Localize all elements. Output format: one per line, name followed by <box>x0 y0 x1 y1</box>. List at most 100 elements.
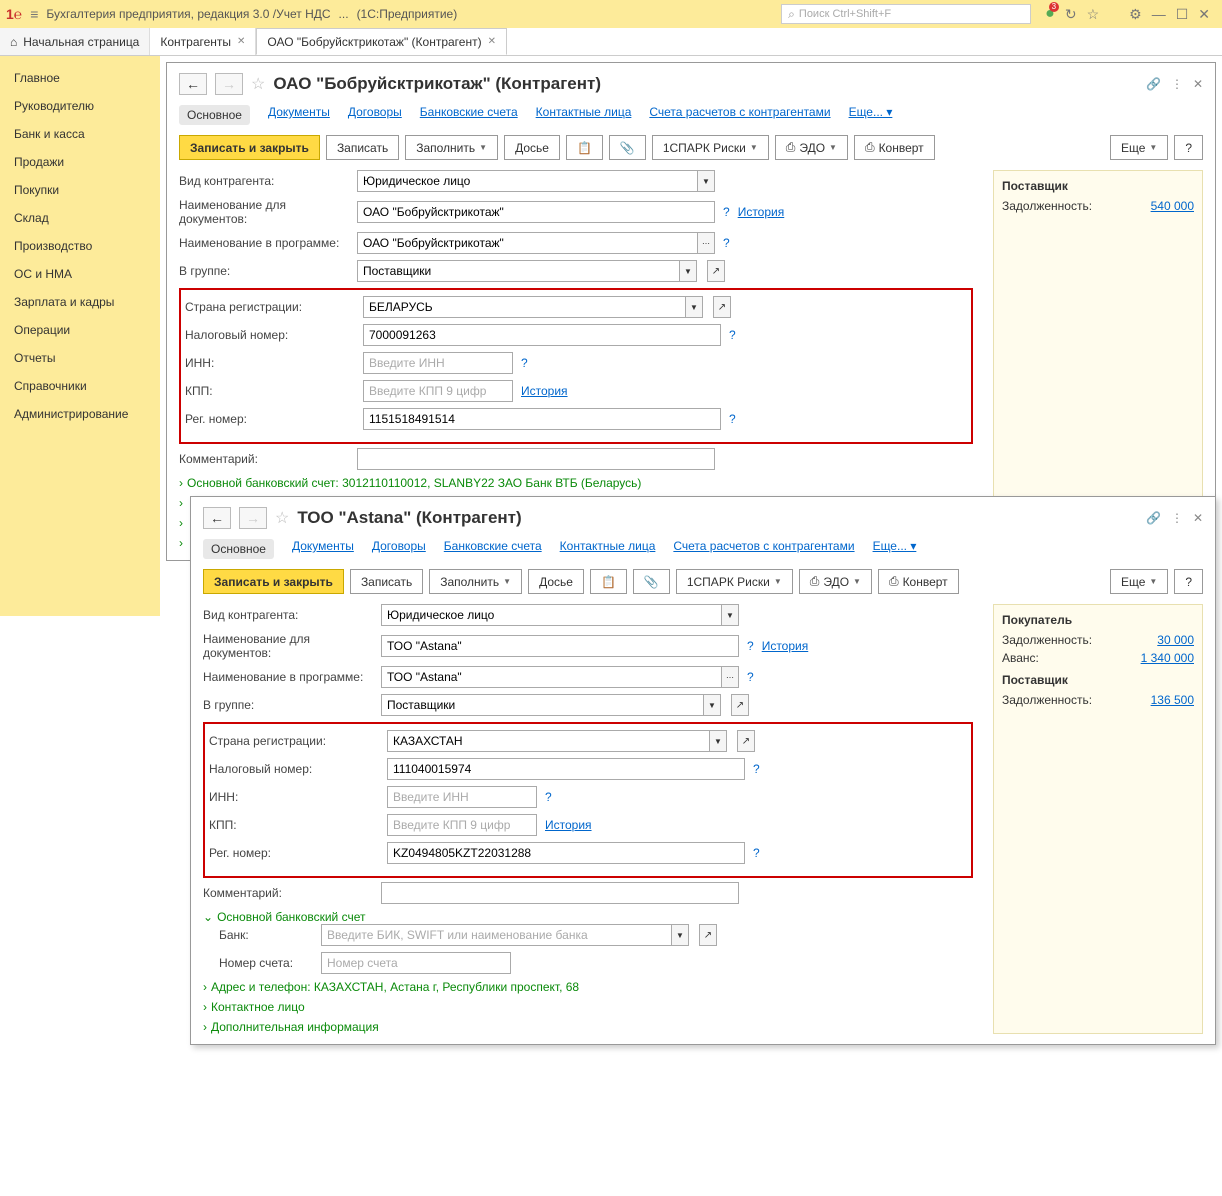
regnum-input[interactable] <box>387 842 745 864</box>
fill-button[interactable]: Заполнить▼ <box>405 135 498 160</box>
addinfo-expand[interactable]: ›Дополнительная информация <box>203 1020 973 1034</box>
more-icon[interactable]: ⋮ <box>1171 77 1183 91</box>
kpp-input[interactable] <box>387 814 537 836</box>
dropdown-icon[interactable]: ▼ <box>671 924 689 946</box>
open-icon[interactable]: ↗ <box>713 296 731 318</box>
debt-link[interactable]: 540 000 <box>1151 199 1194 213</box>
inn-input[interactable] <box>387 786 537 808</box>
sidebar-item[interactable]: Главное <box>0 64 160 92</box>
minimize-icon[interactable]: — <box>1152 6 1166 22</box>
tab-home[interactable]: ⌂Начальная страница <box>0 28 150 55</box>
sidebar-item[interactable]: Производство <box>0 232 160 260</box>
tab-main[interactable]: Основное <box>179 105 250 125</box>
menu-icon[interactable]: ≡ <box>30 6 38 22</box>
save-button[interactable]: Записать <box>350 569 423 594</box>
regnum-input[interactable] <box>363 408 721 430</box>
close-icon[interactable]: ✕ <box>1193 77 1203 91</box>
attach-icon-button[interactable]: 📎 <box>633 569 670 594</box>
attach-icon-button[interactable]: 📎 <box>609 135 646 160</box>
progname-input[interactable] <box>381 666 721 688</box>
dossier-button[interactable]: Досье <box>528 569 584 594</box>
history-icon[interactable]: ↻ <box>1065 6 1077 23</box>
sidebar-item[interactable]: Покупки <box>0 176 160 204</box>
help-icon[interactable]: ? <box>545 790 552 804</box>
star-icon[interactable]: ☆ <box>275 508 289 528</box>
tab-accounts[interactable]: Счета расчетов с контрагентами <box>673 539 854 559</box>
help-icon[interactable]: ? <box>753 762 760 776</box>
close-icon[interactable]: ✕ <box>1198 6 1210 23</box>
dropdown-icon[interactable]: ▼ <box>697 170 715 192</box>
edo-button[interactable]: ⎙ ЭДО▼ <box>799 569 872 594</box>
tab-bank[interactable]: Банковские счета <box>420 105 518 125</box>
sidebar-item[interactable]: Отчеты <box>0 344 160 372</box>
sidebar-item[interactable]: Склад <box>0 204 160 232</box>
help-icon[interactable]: ? <box>729 328 736 342</box>
nav-back-button[interactable]: ← <box>203 507 231 529</box>
tab-main[interactable]: Основное <box>203 539 274 559</box>
history-link[interactable]: История <box>738 205 785 219</box>
history-link[interactable]: История <box>521 384 568 398</box>
group-select[interactable] <box>381 694 703 716</box>
save-close-button[interactable]: Записать и закрыть <box>203 569 344 594</box>
more-button[interactable]: Еще▼ <box>1110 135 1168 160</box>
type-select[interactable] <box>357 170 697 192</box>
nav-back-button[interactable]: ← <box>179 73 207 95</box>
tab-docs[interactable]: Документы <box>292 539 354 559</box>
tab-contacts[interactable]: Контактные лица <box>560 539 656 559</box>
save-button[interactable]: Записать <box>326 135 399 160</box>
tab-bank[interactable]: Банковские счета <box>444 539 542 559</box>
sidebar-item[interactable]: Справочники <box>0 372 160 400</box>
search-input[interactable] <box>799 8 1024 20</box>
sidebar-item[interactable]: ОС и НМА <box>0 260 160 288</box>
help-button[interactable]: ? <box>1174 135 1203 160</box>
sidebar-item[interactable]: Администрирование <box>0 400 160 428</box>
dropdown-icon[interactable]: ▼ <box>721 604 739 626</box>
progname-input[interactable] <box>357 232 697 254</box>
dossier-button[interactable]: Досье <box>504 135 560 160</box>
bank-account-expand[interactable]: ›Основной банковский счет: 3012110110012… <box>179 476 973 490</box>
more-button[interactable]: Еще▼ <box>1110 569 1168 594</box>
link-icon[interactable]: 🔗 <box>1146 77 1161 91</box>
sidebar-item[interactable]: Руководителю <box>0 92 160 120</box>
copy-icon-button[interactable]: 📋 <box>590 569 627 594</box>
open-icon[interactable]: ↗ <box>731 694 749 716</box>
tab-contracts[interactable]: Договоры <box>372 539 426 559</box>
accnum-input[interactable] <box>321 952 511 974</box>
sidebar-item[interactable]: Банк и касса <box>0 120 160 148</box>
maximize-icon[interactable]: ☐ <box>1176 6 1189 23</box>
dropdown-icon[interactable]: ▼ <box>709 730 727 752</box>
edo-button[interactable]: ⎙ ЭДО▼ <box>775 135 848 160</box>
debt-link[interactable]: 136 500 <box>1151 693 1194 707</box>
nav-forward-button[interactable]: → <box>215 73 243 95</box>
help-icon[interactable]: ? <box>753 846 760 860</box>
help-icon[interactable]: ? <box>521 356 528 370</box>
help-icon[interactable]: ? <box>729 412 736 426</box>
tab-contragents[interactable]: Контрагенты✕ <box>150 28 256 55</box>
help-icon[interactable]: ? <box>723 205 730 219</box>
kpp-input[interactable] <box>363 380 513 402</box>
help-icon[interactable]: ? <box>747 639 754 653</box>
help-button[interactable]: ? <box>1174 569 1203 594</box>
dropdown-icon[interactable]: ▼ <box>685 296 703 318</box>
tab-accounts[interactable]: Счета расчетов с контрагентами <box>649 105 830 125</box>
envelope-button[interactable]: ⎙ Конверт <box>878 569 959 594</box>
star-icon[interactable]: ☆ <box>251 74 265 94</box>
dropdown-icon[interactable]: ▼ <box>679 260 697 282</box>
sidebar-item[interactable]: Операции <box>0 316 160 344</box>
comment-input[interactable] <box>381 882 739 904</box>
expand-icon[interactable]: ⋯ <box>697 232 715 254</box>
spark-button[interactable]: 1СПАРК Риски▼ <box>652 135 769 160</box>
sidebar-item[interactable]: Зарплата и кадры <box>0 288 160 316</box>
dropdown-icon[interactable]: ▼ <box>703 694 721 716</box>
inn-input[interactable] <box>363 352 513 374</box>
fill-button[interactable]: Заполнить▼ <box>429 569 522 594</box>
global-search[interactable]: ⌕ <box>781 4 1031 24</box>
spark-button[interactable]: 1СПАРК Риски▼ <box>676 569 793 594</box>
docname-input[interactable] <box>381 635 739 657</box>
tab-current[interactable]: ОАО "Бобруйсктрикотаж" (Контрагент)✕ <box>256 28 507 55</box>
tab-more[interactable]: Еще... ▾ <box>873 539 917 559</box>
expand-icon[interactable]: ⋯ <box>721 666 739 688</box>
advance-link[interactable]: 1 340 000 <box>1141 651 1194 665</box>
debt-link[interactable]: 30 000 <box>1157 633 1194 647</box>
open-icon[interactable]: ↗ <box>707 260 725 282</box>
